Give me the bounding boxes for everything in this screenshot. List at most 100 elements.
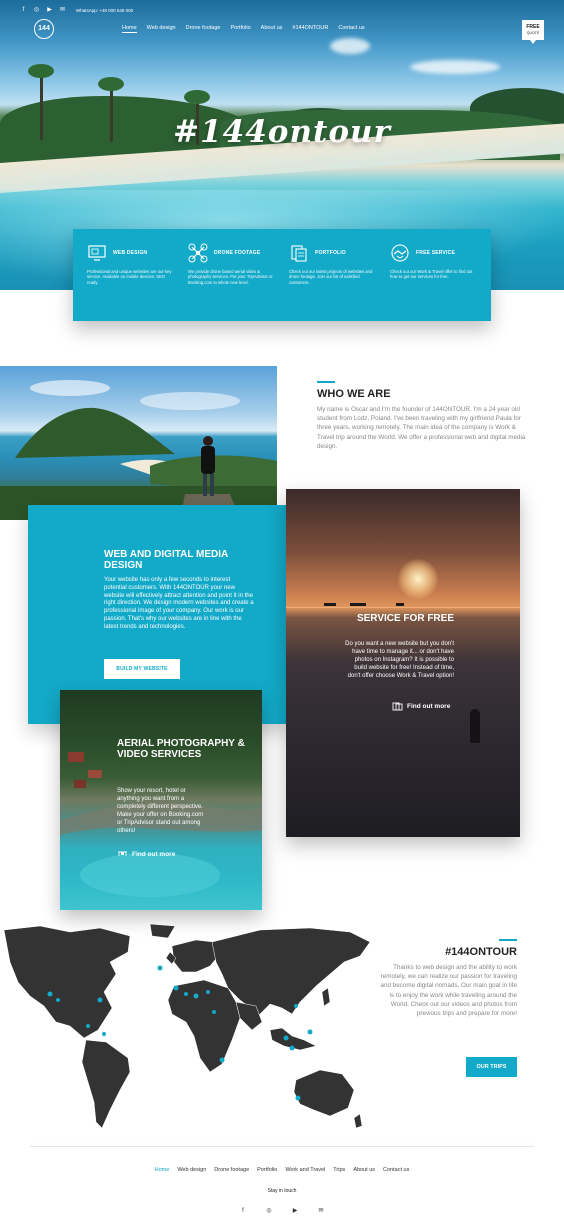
palm-leaves bbox=[184, 90, 210, 104]
instagram-icon[interactable]: ◎ bbox=[266, 1208, 273, 1215]
service-for-free-text: Do you want a new website but you don't … bbox=[345, 641, 454, 679]
trip-marker[interactable] bbox=[289, 1045, 295, 1051]
palm-leaves bbox=[28, 64, 54, 78]
free-quote-sublabel: QUOTE bbox=[526, 31, 540, 35]
trip-marker[interactable] bbox=[56, 998, 60, 1002]
nav-item-drone-footage[interactable]: Drone footage bbox=[186, 25, 221, 33]
trip-marker[interactable] bbox=[86, 1024, 90, 1028]
trip-marker[interactable] bbox=[283, 1035, 289, 1041]
facebook-icon[interactable]: f bbox=[240, 1208, 247, 1215]
logo[interactable]: 144 bbox=[34, 19, 54, 39]
footer-nav-about-us[interactable]: About us bbox=[353, 1167, 375, 1173]
nav-item-about-us[interactable]: About us bbox=[261, 25, 283, 33]
youtube-icon[interactable]: ▶ bbox=[46, 7, 53, 14]
phone-number: WhatsApp: +48 000 548 000 bbox=[76, 7, 134, 13]
nav-item-web-design[interactable]: Web design bbox=[147, 25, 176, 33]
person-silhouette bbox=[470, 709, 480, 743]
stay-in-touch-label: Stay in touch bbox=[267, 1188, 297, 1194]
instagram-icon[interactable]: ◎ bbox=[33, 7, 40, 14]
build-website-button[interactable]: BUILD MY WEBSITE bbox=[104, 659, 180, 679]
nav-item-contact-us[interactable]: Contact us bbox=[338, 25, 364, 33]
our-trips-button[interactable]: OUR TRIPS bbox=[466, 1057, 517, 1077]
aerial-title: AERIAL PHOTOGRAPHY & VIDEO SERVICES bbox=[117, 738, 245, 760]
who-we-are-photo bbox=[0, 366, 277, 520]
trip-marker[interactable] bbox=[47, 991, 53, 997]
footer-nav-work-and-travel[interactable]: Work and Travel bbox=[285, 1167, 325, 1173]
footer-nav-drone-footage[interactable]: Drone footage bbox=[214, 1167, 249, 1173]
boat bbox=[350, 603, 366, 606]
service-text: Check out our latest projects of website… bbox=[289, 269, 373, 285]
nav-item-portfolio[interactable]: Portfolio bbox=[230, 25, 250, 33]
nav-item-home[interactable]: Home bbox=[122, 25, 137, 33]
monitor-icon bbox=[88, 245, 106, 261]
trip-marker[interactable] bbox=[295, 1095, 301, 1101]
trip-marker[interactable] bbox=[193, 993, 199, 999]
who-we-are-title: WHO WE ARE bbox=[317, 388, 391, 400]
aerial-text: Show your resort, hotel or anything you … bbox=[117, 788, 204, 834]
drone-icon bbox=[118, 851, 127, 856]
mail-icon[interactable]: ✉ bbox=[318, 1208, 325, 1215]
top-bar: f ◎ ▶ ✉ WhatsApp: +48 000 548 000 bbox=[20, 5, 134, 15]
service-text: Check out our Work & Travel offer to fin… bbox=[390, 269, 473, 280]
footer-nav-portfolio[interactable]: Portfolio bbox=[257, 1167, 277, 1173]
service-free-service[interactable]: FREE SERVICE Check out our Work & Travel… bbox=[390, 243, 479, 321]
service-title: WEB DESIGN bbox=[113, 250, 148, 256]
trip-marker[interactable] bbox=[184, 992, 188, 996]
nav-item-144ontour[interactable]: #144ONTOUR bbox=[292, 25, 328, 33]
service-drone-footage[interactable]: DRONE FOOTAGE We provide drone based aer… bbox=[188, 243, 277, 321]
find-out-more-label: Find out more bbox=[407, 703, 451, 710]
service-text: Professional and unique websites are our… bbox=[87, 269, 172, 285]
find-out-more-link[interactable]: Find out more bbox=[117, 850, 175, 858]
hero-title: #144ontour bbox=[173, 114, 391, 150]
find-out-more-label: Find out more bbox=[132, 850, 176, 858]
services-band: WEB DESIGN Professional and unique websi… bbox=[73, 229, 491, 321]
accent-divider bbox=[317, 381, 335, 383]
accent-divider bbox=[499, 939, 517, 941]
portfolio-icon bbox=[392, 702, 403, 711]
footer-nav-trips[interactable]: Trips bbox=[333, 1167, 345, 1173]
144ontour-title: #144ONTOUR bbox=[445, 946, 517, 958]
trip-marker[interactable] bbox=[307, 1029, 313, 1035]
palm-leaves bbox=[98, 77, 124, 91]
service-portfolio[interactable]: PORTFOLIO Check out our latest projects … bbox=[289, 243, 378, 321]
handshake-icon bbox=[391, 244, 409, 262]
footer-divider bbox=[30, 1146, 534, 1147]
main-nav: Home Web design Drone footage Portfolio … bbox=[122, 25, 365, 33]
footer-nav-contact-us[interactable]: Contact us bbox=[383, 1167, 409, 1173]
boat bbox=[396, 603, 404, 606]
web-design-text: Your website has only a few seconds to i… bbox=[104, 577, 254, 630]
cloud bbox=[410, 60, 500, 74]
trip-marker[interactable] bbox=[294, 1004, 298, 1008]
web-design-title: WEB AND DIGITAL MEDIA DESIGN bbox=[104, 549, 228, 571]
facebook-icon[interactable]: f bbox=[20, 7, 27, 14]
cloud bbox=[330, 38, 370, 54]
who-we-are-text: My name is Oscar and I'm the founder of … bbox=[317, 406, 526, 450]
trip-marker[interactable] bbox=[157, 965, 163, 971]
trip-marker[interactable] bbox=[102, 1032, 106, 1036]
service-title: PORTFOLIO bbox=[315, 250, 346, 256]
boat bbox=[324, 603, 336, 606]
service-title: DRONE FOOTAGE bbox=[214, 250, 261, 256]
trip-marker[interactable] bbox=[97, 997, 103, 1003]
footer-social: f ◎ ▶ ✉ bbox=[0, 1208, 564, 1215]
drone-icon bbox=[188, 243, 208, 263]
footer-nav: Home Web design Drone footage Portfolio … bbox=[0, 1167, 564, 1173]
trip-marker[interactable] bbox=[206, 990, 210, 994]
footer-nav-home[interactable]: Home bbox=[155, 1167, 170, 1173]
find-out-more-link[interactable]: Find out more bbox=[392, 702, 450, 711]
world-map bbox=[3, 923, 371, 1129]
island-illustration bbox=[0, 380, 277, 520]
trip-marker[interactable] bbox=[219, 1057, 225, 1063]
trip-marker[interactable] bbox=[212, 1010, 216, 1014]
service-text: We provide drone based aerial video & ph… bbox=[188, 269, 273, 285]
free-quote-button[interactable]: FREE QUOTE bbox=[522, 20, 544, 44]
sunset-sun bbox=[398, 559, 438, 599]
service-for-free-card: SERVICE FOR FREE Do you want a new websi… bbox=[286, 489, 520, 837]
144ontour-text: Thanks to web design and the ability to … bbox=[380, 964, 517, 1018]
portfolio-icon bbox=[291, 245, 307, 262]
mail-icon[interactable]: ✉ bbox=[59, 7, 66, 14]
trip-marker[interactable] bbox=[173, 985, 179, 991]
footer-nav-web-design[interactable]: Web design bbox=[177, 1167, 206, 1173]
service-web-design[interactable]: WEB DESIGN Professional and unique websi… bbox=[87, 243, 176, 321]
youtube-icon[interactable]: ▶ bbox=[292, 1208, 299, 1215]
